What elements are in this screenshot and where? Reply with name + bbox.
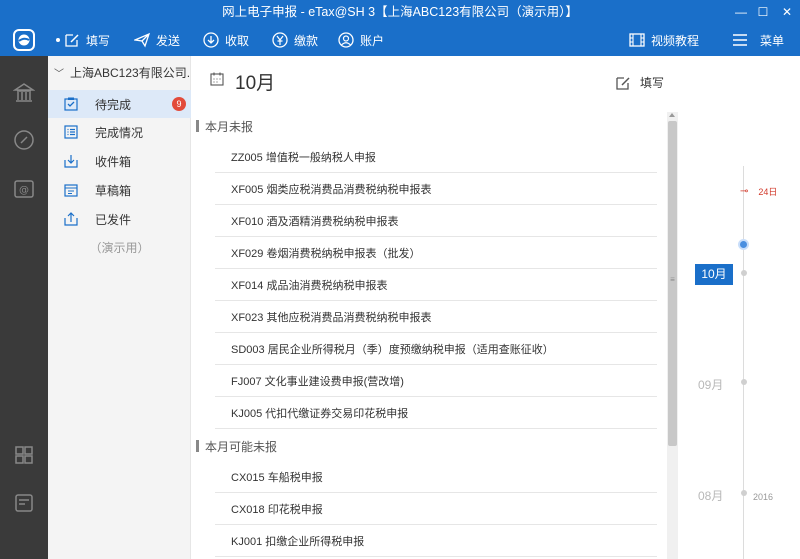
list-item[interactable]: XF010 酒及酒精消费税纳税申报表 [215,205,657,237]
company-selector[interactable]: ﹀ 上海ABC123有限公司... [48,56,191,88]
timeline-month[interactable]: 09月 [698,376,723,393]
nav-item-pending[interactable]: 待完成 9 [48,90,191,118]
nav-item-drafts[interactable]: 草稿箱 [48,176,191,204]
menu-button[interactable]: 菜单 [732,24,784,56]
pay-label: 缴款 [294,33,319,48]
compass-icon[interactable] [11,127,37,153]
timeline: ⊸ 24日 10月 09月 08月 2016 [678,56,800,559]
account-button[interactable]: 账户 [338,24,384,56]
list-item[interactable]: XF014 成品油消费税纳税申报表 [215,269,657,301]
calendar-icon [210,72,224,86]
fill-form-button[interactable]: 填写 [615,74,664,91]
timeline-month-current[interactable]: 10月 [695,264,733,285]
menu-label: 菜单 [760,33,785,48]
icon-rail: @ [0,24,48,559]
list-item[interactable]: FJ007 文化事业建设费申报(营改增) [215,365,657,397]
company-name: 上海ABC123有限公司... [70,65,191,80]
timeline-dot [741,379,747,385]
user-icon [338,32,354,48]
key-icon: ⊸ [740,186,749,197]
timeline-line [743,166,744,559]
yen-icon [272,32,288,48]
email-icon[interactable]: @ [11,176,37,202]
timeline-month[interactable]: 08月 [698,487,723,504]
nav-item-label: 收件箱 [95,154,132,169]
nav-item-sent[interactable]: 已发件 [48,205,191,233]
inbox-icon [64,155,78,168]
deadline-marker: ⊸ 24日 [740,185,777,198]
list-item[interactable]: XF029 卷烟消费税纳税申报表（批发） [215,237,657,269]
section-header: 本月未报 [196,118,253,134]
list-icon [64,125,78,139]
nav-panel: ﹀ 上海ABC123有限公司... 待完成 9 完成情况 收件箱 草稿箱 已发件… [48,56,191,559]
fill-button[interactable]: 填写 [64,24,110,56]
send-icon [134,32,150,48]
main-panel: 10月 填写 本月未报 ZZ005 增值税一般纳税人申报 XF005 烟类应税消… [191,56,678,559]
scroll-up-icon[interactable] [669,113,675,117]
list-item[interactable]: SD003 居民企业所得税月（季）度预缴纳税申报（适用查账征收） [215,333,657,365]
timeline-dot [741,270,747,276]
nav-item-label: 待完成 [95,97,132,112]
fill-form-label: 填写 [640,76,665,90]
logo-icon [13,29,35,51]
svg-text:@: @ [19,185,29,196]
deadline-label: 24日 [758,187,778,197]
note-icon[interactable] [11,490,37,516]
active-dot-icon [56,38,60,42]
list-item[interactable]: XF023 其他应税消费品消费税纳税申报表 [215,301,657,333]
send-label: 发送 [156,33,181,48]
toolbar: 填写 发送 收取 缴款 账户 视频教程 菜单 [48,24,800,56]
timeline-year: 2016 [753,492,774,502]
maximize-button[interactable]: ☐ [750,0,776,24]
list-scrollbar[interactable]: ≡ [667,112,678,559]
account-label: 账户 [360,33,385,48]
close-button[interactable]: ✕ [774,0,800,24]
edit-icon [65,34,79,47]
nav-item-inbox[interactable]: 收件箱 [48,147,191,175]
demo-note: （演示用） [89,241,150,255]
timeline-dot [741,490,747,496]
grid-icon[interactable] [11,442,37,468]
hamburger-icon [733,34,747,46]
video-label: 视频教程 [651,33,700,48]
page-title: 10月 [235,73,276,94]
title-bar: 网上电子申报 - eTax@SH 3【上海ABC123有限公司（演示用）】 — … [0,0,800,24]
pay-button[interactable]: 缴款 [272,24,318,56]
app-logo [0,24,48,56]
download-icon [203,32,219,48]
nav-item-label: 完成情况 [95,125,144,140]
pending-count-badge: 9 [172,97,186,111]
list-item[interactable]: KJ001 扣缴企业所得税申报 [215,525,657,557]
upload-icon [64,212,78,226]
current-position-dot [738,239,749,250]
draft-icon [64,184,78,197]
list-item[interactable]: ZZ005 增值税一般纳税人申报 [215,141,657,173]
window-title: 网上电子申报 - eTax@SH 3【上海ABC123有限公司（演示用）】 [222,5,578,19]
video-tutorial-button[interactable]: 视频教程 [629,24,699,56]
list-item[interactable]: KJ005 代扣代缴证券交易印花税申报 [215,397,657,429]
receive-button[interactable]: 收取 [203,24,249,56]
chevron-down-icon: ﹀ [54,68,64,80]
list-item[interactable]: XF005 烟类应税消费品消费税纳税申报表 [215,173,657,205]
send-button[interactable]: 发送 [134,24,180,56]
clipboard-check-icon [64,97,78,111]
film-icon [629,33,645,47]
list-item[interactable]: CX015 车船税申报 [215,461,657,493]
nav-item-status[interactable]: 完成情况 [48,118,191,146]
declaration-list: 本月未报 ZZ005 增值税一般纳税人申报 XF005 烟类应税消费品消费税纳税… [191,112,667,559]
nav-item-label: 已发件 [95,212,132,227]
receive-label: 收取 [225,33,250,48]
fill-label: 填写 [86,33,111,48]
section-header: 本月可能未报 [196,438,277,454]
nav-item-label: 草稿箱 [95,183,132,198]
list-item[interactable]: CX018 印花税申报 [215,493,657,525]
bank-icon[interactable] [11,80,37,106]
edit-icon [616,76,630,90]
scroll-grip-icon: ≡ [670,275,675,284]
